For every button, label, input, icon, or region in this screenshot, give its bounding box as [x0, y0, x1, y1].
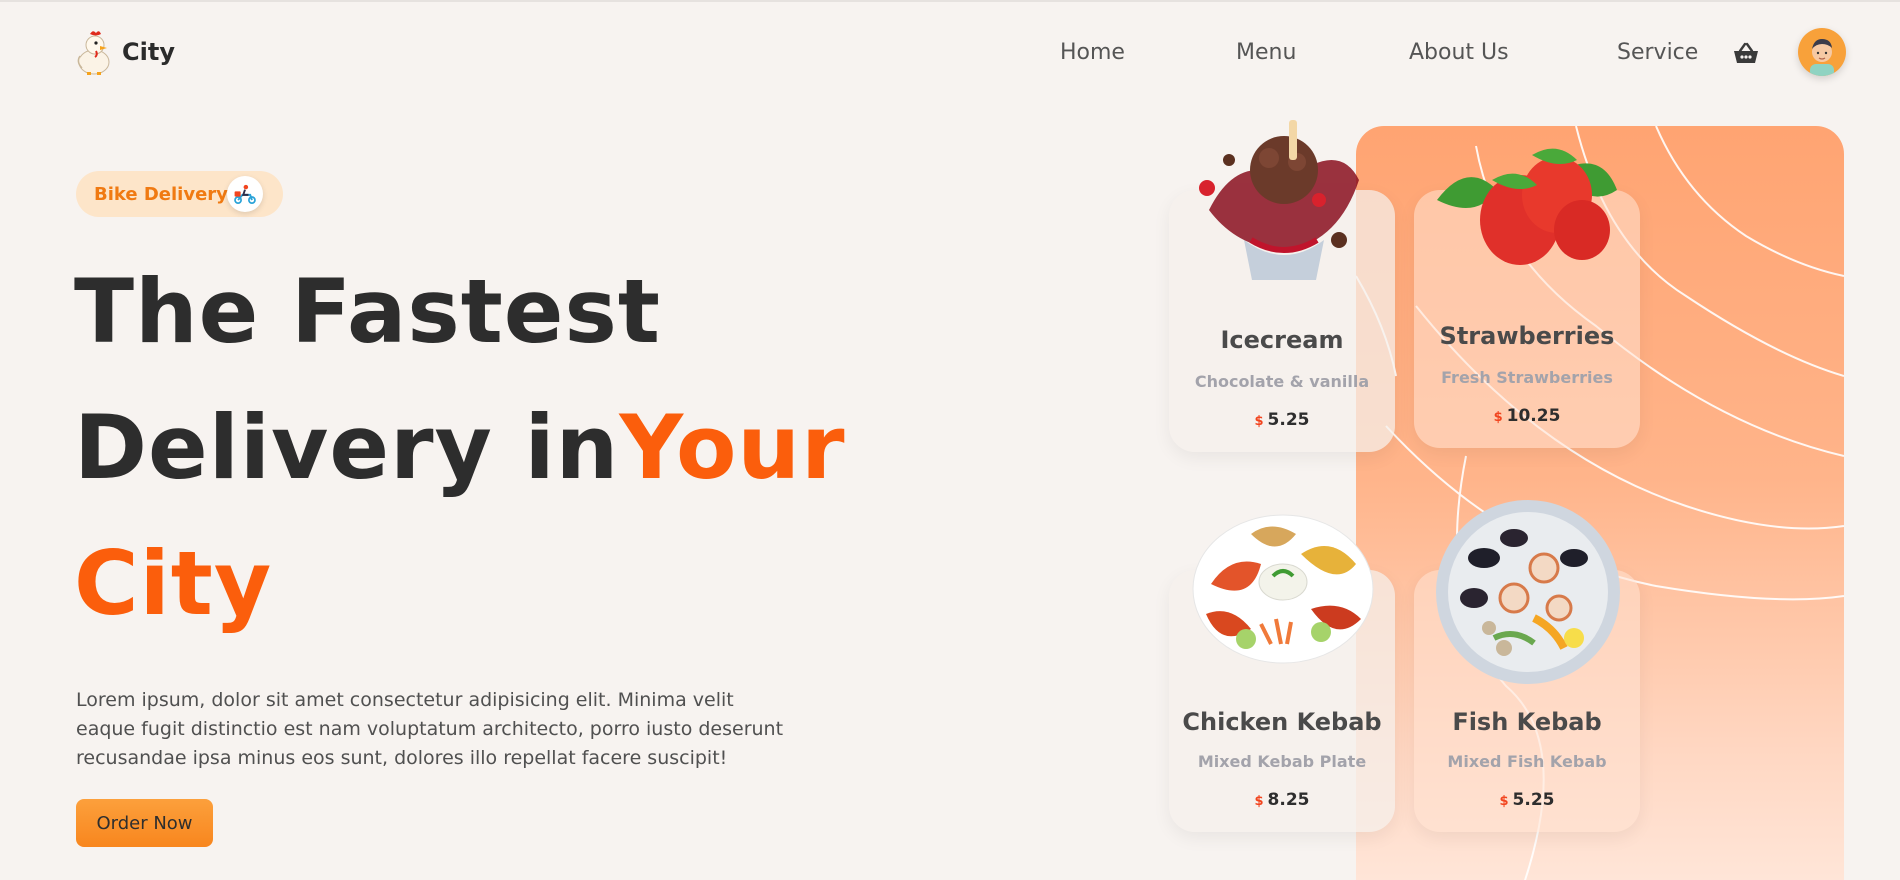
headline-accent-city: City: [74, 532, 273, 635]
product-name: Strawberries: [1439, 322, 1615, 350]
basket-icon[interactable]: [1733, 42, 1759, 64]
delivery-badge: Bike Delivery: [76, 171, 283, 217]
icecream-image: [1189, 110, 1369, 300]
product-card[interactable]: Fish Kebab Mixed Fish Kebab $5.25: [1414, 500, 1640, 832]
hero-description: Lorem ipsum, dolor sit amet consectetur …: [76, 689, 784, 769]
price-value: 5.25: [1512, 790, 1555, 810]
strawberries-image: [1432, 140, 1622, 270]
user-avatar-icon: [1810, 39, 1834, 76]
nav-service[interactable]: Service: [1617, 40, 1698, 65]
product-subtitle: Fresh Strawberries: [1441, 368, 1613, 387]
brand-logo[interactable]: City: [74, 28, 175, 76]
nav-home[interactable]: Home: [1060, 40, 1125, 65]
product-card[interactable]: Chicken Kebab Mixed Kebab Plate $8.25: [1169, 514, 1395, 832]
product-name: Chicken Kebab: [1182, 708, 1382, 736]
product-price: $8.25: [1169, 790, 1395, 810]
nav-menu[interactable]: Menu: [1236, 40, 1296, 65]
product-subtitle: Mixed Fish Kebab: [1447, 752, 1607, 771]
price-value: 5.25: [1267, 410, 1310, 430]
order-now-button[interactable]: Order Now: [76, 799, 213, 847]
nav-about-us[interactable]: About Us: [1409, 40, 1509, 65]
product-price: $5.25: [1169, 410, 1395, 430]
currency-symbol: $: [1493, 410, 1503, 425]
brand-name: City: [122, 38, 175, 66]
headline-line-2-text: Delivery in: [74, 396, 620, 499]
price-value: 10.25: [1506, 406, 1561, 426]
product-price: $5.25: [1414, 790, 1640, 810]
delivery-badge-label: Bike Delivery: [94, 183, 228, 205]
chicken-mascot-icon: [77, 31, 110, 75]
product-card[interactable]: Icecream Chocolate & vanilla $5.25: [1169, 120, 1395, 452]
product-subtitle: Mixed Kebab Plate: [1197, 752, 1367, 771]
currency-symbol: $: [1499, 794, 1509, 809]
price-value: 8.25: [1267, 790, 1310, 810]
product-card[interactable]: Strawberries Fresh Strawberries $10.25: [1414, 148, 1640, 448]
scooter-rider-icon: [227, 176, 263, 212]
currency-symbol: $: [1254, 414, 1264, 429]
top-border: [0, 0, 1900, 2]
currency-symbol: $: [1254, 794, 1264, 809]
product-subtitle: Chocolate & vanilla: [1194, 372, 1370, 391]
avatar[interactable]: [1798, 28, 1846, 76]
headline-line-1: The Fastest: [74, 260, 661, 363]
product-price: $10.25: [1414, 406, 1640, 426]
product-name: Icecream: [1220, 326, 1344, 354]
headline-line-2: Delivery inYour: [74, 404, 845, 492]
headline-accent-your: Your: [619, 396, 846, 499]
product-name: Fish Kebab: [1452, 708, 1602, 736]
fish-kebab-image: [1434, 498, 1622, 686]
chicken-kebab-image: [1191, 514, 1375, 664]
